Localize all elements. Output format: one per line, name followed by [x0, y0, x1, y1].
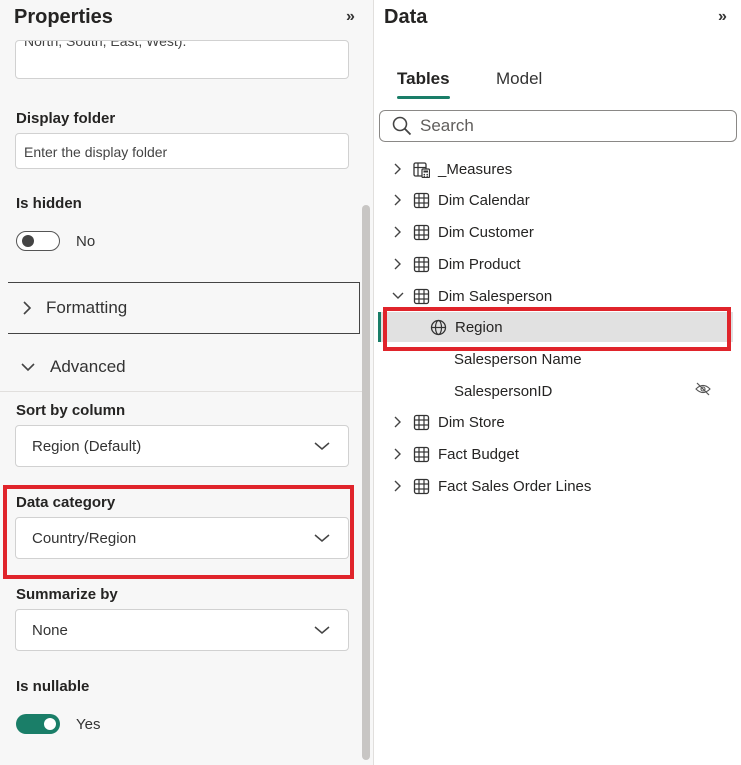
sort-by-column-dropdown[interactable]: Region (Default) [15, 425, 349, 467]
tree-item-label: Dim Store [438, 413, 505, 431]
table-icon [413, 256, 430, 273]
chevron-down-icon [314, 441, 330, 451]
table-icon [413, 192, 430, 209]
advanced-section-header[interactable]: Advanced [8, 345, 363, 389]
table-icon [413, 414, 430, 431]
chevron-right-icon [391, 162, 405, 176]
chevron-right-icon [391, 479, 405, 493]
tree-item-dim-calendar[interactable]: Dim Calendar [391, 186, 530, 214]
properties-title: Properties [14, 6, 113, 28]
tree-item-label: Dim Salesperson [438, 287, 553, 305]
tree-item-label: Fact Budget [438, 445, 519, 463]
is-nullable-toggle[interactable] [16, 714, 60, 734]
tree-item-dim-store[interactable]: Dim Store [391, 408, 505, 436]
sort-by-column-value: Region (Default) [32, 437, 142, 455]
display-folder-label: Display folder [16, 110, 116, 127]
chevron-right-icon [391, 415, 405, 429]
sort-by-column-label: Sort by column [16, 402, 126, 419]
properties-pane: Properties » North, South, East, West). … [0, 0, 374, 765]
is-hidden-label: Is hidden [16, 195, 82, 212]
data-title: Data [384, 6, 428, 28]
tree-item-salespersonid[interactable]: SalespersonID [454, 377, 552, 405]
chevron-down-icon [314, 625, 330, 635]
active-tab-indicator [397, 96, 450, 99]
formatting-section-header[interactable]: Formatting [8, 282, 360, 334]
tree-item-fact-sales-order-lines[interactable]: Fact Sales Order Lines [391, 472, 591, 500]
is-nullable-state: Yes [76, 716, 101, 733]
tree-item-measures[interactable]: _Measures [391, 155, 512, 183]
chevron-right-icon [391, 225, 405, 239]
tree-item-label: _Measures [438, 160, 513, 178]
tree-item-label: Dim Customer [438, 223, 534, 241]
tree-item-dim-customer[interactable]: Dim Customer [391, 218, 534, 246]
formatting-label: Formatting [46, 298, 128, 317]
chevron-right-icon [391, 257, 405, 271]
tree-item-dim-product[interactable]: Dim Product [391, 250, 521, 278]
tree-item-dim-salesperson[interactable]: Dim Salesperson [391, 282, 552, 310]
display-folder-placeholder: Enter the display folder [24, 144, 168, 160]
tree-item-fact-budget[interactable]: Fact Budget [391, 440, 519, 468]
tree-item-label: Dim Product [438, 255, 521, 273]
toggle-knob [44, 718, 56, 730]
data-category-highlight [3, 485, 354, 579]
summarize-by-value: None [32, 621, 68, 639]
summarize-by-label: Summarize by [16, 586, 118, 603]
tree-item-label: SalespersonID [454, 382, 553, 400]
is-nullable-label: Is nullable [16, 678, 90, 695]
table-icon [413, 478, 430, 495]
search-placeholder: Search [420, 116, 474, 135]
properties-scrollbar[interactable] [362, 205, 370, 760]
search-icon [392, 116, 412, 136]
tree-item-label: Fact Sales Order Lines [438, 477, 592, 495]
description-textarea[interactable]: North, South, East, West). [15, 40, 349, 79]
tree-item-label: Salesperson Name [454, 350, 582, 368]
chevron-right-icon [22, 300, 32, 316]
summarize-by-dropdown[interactable]: None [15, 609, 349, 651]
table-icon [413, 224, 430, 241]
selected-row-indicator [378, 312, 381, 342]
chevron-down-icon [391, 289, 405, 303]
divider [0, 391, 362, 392]
search-input[interactable]: Search [379, 110, 737, 142]
is-hidden-toggle[interactable] [16, 231, 60, 251]
tab-tables[interactable]: Tables [397, 69, 450, 89]
toggle-knob [22, 234, 34, 247]
collapse-data-button[interactable]: » [718, 8, 727, 26]
tree-item-salesperson-name[interactable]: Salesperson Name [454, 345, 582, 373]
table-icon [413, 288, 430, 305]
chevron-right-icon [391, 193, 405, 207]
data-pane: Data » Tables Model Search _Measures Dim… [374, 0, 741, 765]
calculator-table-icon [413, 161, 430, 178]
is-hidden-state: No [76, 233, 96, 250]
tab-model[interactable]: Model [496, 69, 542, 89]
advanced-label: Advanced [50, 357, 126, 376]
chevron-down-icon [20, 362, 36, 372]
table-icon [413, 446, 430, 463]
chevron-right-icon [391, 447, 405, 461]
eye-off-icon[interactable] [695, 382, 711, 396]
tree-item-label: Dim Calendar [438, 191, 530, 209]
description-text: North, South, East, West). [24, 40, 187, 49]
collapse-properties-button[interactable]: » [346, 8, 355, 26]
display-folder-input[interactable]: Enter the display folder [15, 133, 349, 169]
